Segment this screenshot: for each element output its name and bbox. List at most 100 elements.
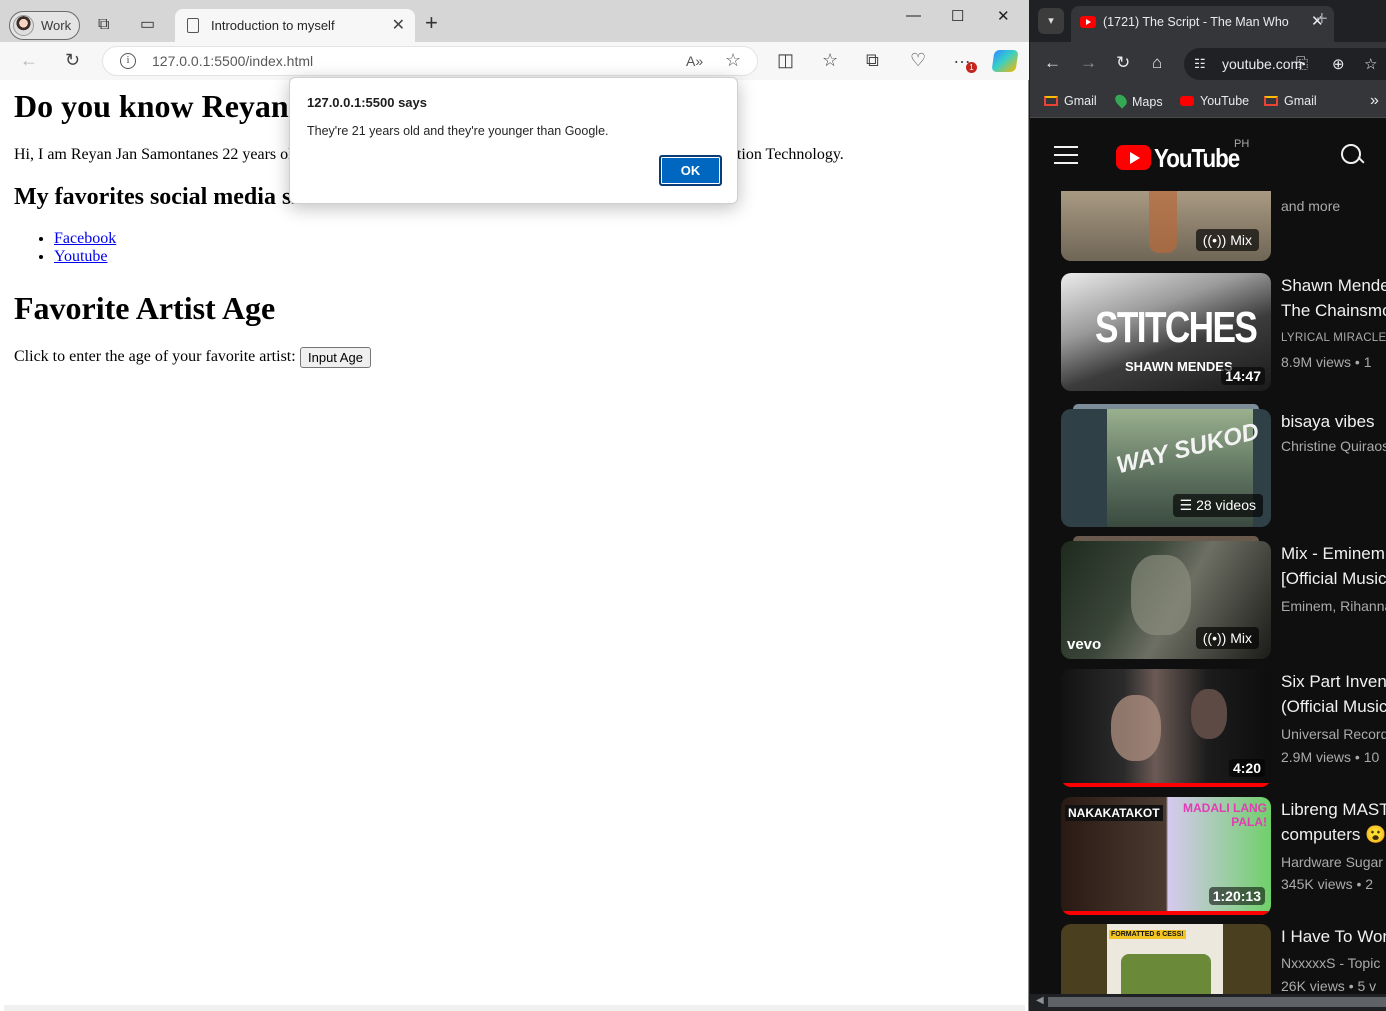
alert-dialog: 127.0.0.1:5500 says They're 21 years old… — [289, 77, 738, 204]
gmail-icon — [1264, 96, 1278, 106]
bookmark-star-icon[interactable]: ☆ — [1364, 55, 1377, 73]
workspaces-icon[interactable]: ⧉ — [98, 17, 109, 33]
facebook-link[interactable]: Facebook — [54, 230, 116, 247]
favorites-icon[interactable]: ☆ — [822, 51, 838, 69]
tab-youtube[interactable]: (1721) The Script - The Man Who ✕ — [1071, 6, 1334, 42]
channel-name[interactable]: Hardware Sugar — [1281, 854, 1386, 870]
address-bar[interactable]: i 127.0.0.1:5500/index.html A» ☆ — [102, 46, 758, 76]
channel-name[interactable]: Eminem, Rihanna — [1281, 598, 1386, 614]
gmail-icon — [1044, 96, 1058, 106]
bookmark-youtube[interactable]: YouTube — [1180, 94, 1249, 108]
notification-badge: 1 — [966, 62, 977, 73]
video-title[interactable]: I Have To Work — [1281, 924, 1386, 949]
video-thumbnail[interactable]: 4:20 — [1061, 669, 1271, 787]
profile-button[interactable]: Work — [9, 11, 80, 40]
new-tab-button[interactable]: + — [425, 12, 438, 34]
list-item: Facebook — [54, 230, 116, 248]
close-window-button[interactable]: ✕ — [997, 7, 1010, 25]
youtube-logo-icon[interactable] — [1116, 145, 1151, 170]
channel-name[interactable]: LYRICAL MIRACLE — [1281, 332, 1386, 344]
bookmark-label: Maps — [1132, 95, 1163, 109]
site-settings-icon[interactable]: ☷ — [1194, 56, 1206, 72]
copilot-icon[interactable] — [991, 50, 1019, 72]
forward-icon[interactable]: → — [1080, 54, 1097, 72]
video-thumbnail[interactable]: vevo ((•)) Mix — [1061, 541, 1271, 659]
video-title[interactable]: Shawn Mendes — [1281, 273, 1386, 298]
bookmark-gmail[interactable]: Gmail — [1044, 94, 1097, 108]
video-thumbnail[interactable]: ((•)) Mix — [1061, 191, 1271, 261]
video-meta: 8.9M views • 1 — [1281, 354, 1372, 370]
video-thumbnail[interactable]: FORMATTED 6 CESS! — [1061, 924, 1271, 994]
scroll-left-icon[interactable]: ◀ — [1036, 995, 1044, 1006]
video-item[interactable]: NAKAKATAKOT MADALI LANG PALA! 1:20:13 Li… — [1061, 797, 1386, 917]
video-thumbnail[interactable]: WAY SUKOD ☰ 28 videos — [1061, 409, 1271, 527]
site-info-icon[interactable]: i — [120, 53, 136, 69]
horizontal-scrollbar[interactable]: ◀ — [1030, 994, 1386, 1011]
refresh-icon[interactable]: ↻ — [65, 51, 80, 69]
bookmark-label: YouTube — [1200, 94, 1250, 108]
video-item[interactable]: vevo ((•)) Mix Mix - Eminem [Official Mu… — [1061, 536, 1386, 661]
bookmark-maps[interactable]: Maps — [1112, 92, 1163, 109]
page-document-icon — [187, 18, 199, 33]
tab-introduction[interactable]: Introduction to myself ✕ — [175, 9, 415, 42]
video-title-line2[interactable]: The Chainsmokers — [1281, 298, 1386, 323]
video-feed: ((•)) Mix and more STITCHES SHAWN MENDES… — [1030, 191, 1386, 994]
alert-ok-button[interactable]: OK — [659, 155, 722, 186]
minimize-button[interactable]: — — [906, 7, 921, 24]
split-screen-icon[interactable]: ◫ — [777, 51, 794, 69]
reload-icon[interactable]: ↻ — [1116, 54, 1130, 72]
profile-avatar — [13, 15, 34, 36]
video-item[interactable]: FORMATTED 6 CESS! I Have To Work NxxxxxS… — [1061, 924, 1386, 994]
channel-name[interactable]: Universal Records — [1281, 726, 1386, 742]
bookmark-gmail-2[interactable]: Gmail — [1264, 94, 1317, 108]
video-thumbnail[interactable]: STITCHES SHAWN MENDES 14:47 — [1061, 273, 1271, 391]
video-item[interactable]: 4:20 Six Part Invention (Official Music … — [1061, 669, 1386, 789]
hamburger-menu-icon[interactable] — [1054, 146, 1078, 164]
tab-search-chevron-icon[interactable]: ▾ — [1038, 8, 1064, 34]
edge-window: Work ⧉ ▭ Introduction to myself ✕ + — ☐ … — [0, 0, 1029, 1011]
video-title[interactable]: bisaya vibes — [1281, 409, 1386, 434]
video-title[interactable]: Six Part Invention — [1281, 669, 1386, 694]
video-meta: 345K views • 2 — [1281, 876, 1374, 892]
zoom-icon[interactable]: ⊕ — [1332, 55, 1345, 73]
search-icon[interactable] — [1341, 144, 1363, 166]
tab-title: Introduction to myself — [211, 18, 335, 33]
youtube-logo-text[interactable]: YouTube — [1154, 143, 1240, 174]
video-meta: 26K views • 5 v — [1281, 978, 1377, 994]
watch-progress-bar — [1061, 783, 1271, 787]
video-thumbnail[interactable]: NAKAKATAKOT MADALI LANG PALA! 1:20:13 — [1061, 797, 1271, 915]
video-title-line2[interactable]: (Official Music — [1281, 694, 1386, 719]
video-title-line2[interactable]: [Official Music — [1281, 566, 1386, 591]
home-icon[interactable]: ⌂ — [1152, 54, 1162, 72]
channel-name[interactable]: Christine Quiraos — [1281, 438, 1386, 454]
install-app-icon[interactable]: ⎘ — [1296, 55, 1308, 72]
artist-heading: Favorite Artist Age — [14, 290, 276, 326]
tab-actions-icon[interactable]: ▭ — [140, 17, 155, 33]
video-item[interactable]: ((•)) Mix and more — [1061, 191, 1386, 263]
input-age-button[interactable]: Input Age — [300, 347, 371, 368]
favorite-star-icon[interactable]: ☆ — [725, 50, 741, 71]
scrollbar-thumb[interactable] — [1048, 997, 1386, 1007]
edge-tab-bar: Work ⧉ ▭ Introduction to myself ✕ + — ☐ … — [0, 0, 1029, 42]
close-tab-icon[interactable]: ✕ — [392, 15, 405, 35]
read-aloud-icon[interactable]: A» — [686, 53, 703, 69]
maximize-button[interactable]: ☐ — [951, 7, 964, 25]
channel-name[interactable]: NxxxxxS - Topic — [1281, 955, 1386, 971]
chrome-tab-bar: ▾ (1721) The Script - The Man Who ✕ + — [1030, 0, 1386, 42]
mix-badge: ((•)) Mix — [1195, 229, 1259, 251]
more-bookmarks-icon[interactable]: » — [1370, 92, 1379, 110]
back-icon[interactable]: ← — [20, 51, 38, 69]
list-item: Youtube — [54, 248, 116, 266]
video-item[interactable]: STITCHES SHAWN MENDES 14:47 Shawn Mendes… — [1061, 273, 1386, 393]
video-title[interactable]: Mix - Eminem — [1281, 541, 1386, 566]
youtube-link[interactable]: Youtube — [54, 248, 108, 265]
video-title-line2[interactable]: computers 😮 — [1281, 822, 1386, 847]
collections-icon[interactable]: ⧉ — [866, 51, 879, 69]
video-item[interactable]: WAY SUKOD ☰ 28 videos bisaya vibes Chris… — [1061, 404, 1386, 529]
youtube-favicon-icon — [1080, 16, 1096, 28]
omnibox[interactable]: ☷ youtube.com ⎘ ⊕ ☆ — [1184, 48, 1386, 80]
back-icon[interactable]: ← — [1044, 54, 1061, 72]
browser-essentials-icon[interactable]: ♡ — [910, 51, 926, 69]
video-title[interactable]: Libreng MASTER — [1281, 797, 1386, 822]
new-tab-button[interactable]: + — [1316, 8, 1328, 31]
